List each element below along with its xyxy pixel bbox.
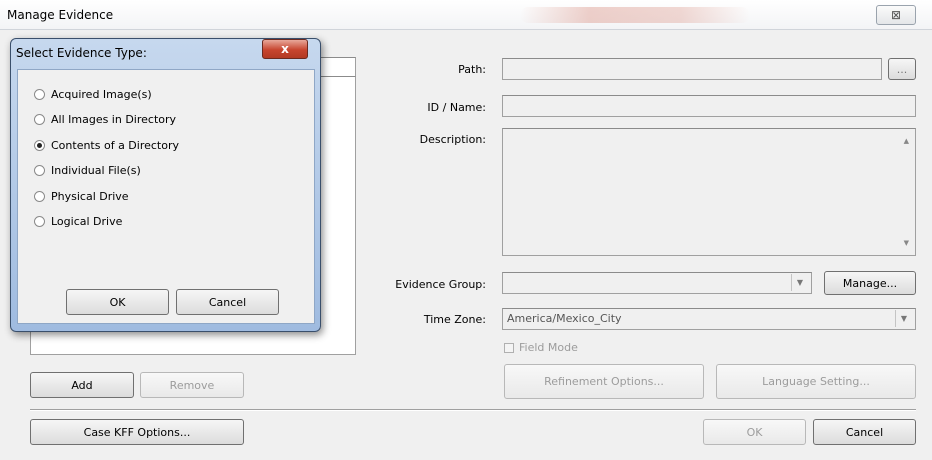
dialog-ok-label: OK xyxy=(109,295,126,309)
evidence-type-option[interactable]: Contents of a Directory xyxy=(34,137,179,153)
description-field[interactable]: ▲ ▼ xyxy=(502,128,916,256)
case-kff-options-label: Case KFF Options... xyxy=(83,425,191,439)
time-zone-label: Time Zone: xyxy=(423,313,486,326)
evidence-type-option-label: Acquired Image(s) xyxy=(51,87,152,101)
refinement-options-button[interactable]: Refinement Options... xyxy=(504,364,704,399)
dialog-body: Acquired Image(s) All Images in Directory… xyxy=(17,69,315,324)
dialog-title: Select Evidence Type: xyxy=(16,46,147,60)
time-zone-value: America/Mexico_City xyxy=(507,312,622,325)
remove-button-label: Remove xyxy=(169,378,215,392)
dialog-close-button[interactable]: x xyxy=(262,39,308,59)
ok-button-label: OK xyxy=(746,425,763,439)
evidence-group-label: Evidence Group: xyxy=(395,278,486,291)
browse-button[interactable]: ... xyxy=(888,58,916,80)
evidence-type-option-label: All Images in Directory xyxy=(51,113,177,126)
chevron-down-icon: ▼ xyxy=(895,310,912,327)
background-decoration xyxy=(520,7,750,23)
time-zone-dropdown[interactable]: America/Mexico_City ▼ xyxy=(502,308,916,330)
cancel-button-label: Cancel xyxy=(845,425,884,439)
divider xyxy=(30,409,916,411)
evidence-group-dropdown[interactable]: ▼ xyxy=(502,272,812,294)
manage-button[interactable]: Manage... xyxy=(824,271,916,295)
radio-button-icon[interactable] xyxy=(34,165,45,176)
evidence-type-option-label: Contents of a Directory xyxy=(51,138,180,152)
evidence-type-option-label: Individual File(s) xyxy=(51,164,141,177)
scroll-up-icon[interactable]: ▲ xyxy=(904,137,909,145)
radio-button-icon[interactable] xyxy=(34,114,45,125)
dialog-ok-button[interactable]: OK xyxy=(66,289,169,315)
evidence-type-option[interactable]: Logical Drive xyxy=(34,214,179,230)
evidence-type-option[interactable]: All Images in Directory xyxy=(34,112,179,128)
manage-button-label: Manage... xyxy=(842,276,898,290)
evidence-type-option[interactable]: Physical Drive xyxy=(34,188,179,204)
cancel-button[interactable]: Cancel xyxy=(813,419,916,445)
radio-dot-icon xyxy=(37,142,42,148)
add-button-label: Add xyxy=(71,378,93,392)
dialog-cancel-label: Cancel xyxy=(208,295,247,309)
evidence-type-option[interactable]: Individual File(s) xyxy=(34,163,179,179)
evidence-type-option-label: Logical Drive xyxy=(51,215,123,228)
field-mode-label: Field Mode xyxy=(519,341,578,354)
window-close-button[interactable]: ⊠ xyxy=(876,5,916,25)
description-label: Description: xyxy=(419,133,486,146)
id-name-field[interactable] xyxy=(502,95,916,117)
chevron-down-icon: ▼ xyxy=(791,274,808,291)
case-kff-options-button[interactable]: Case KFF Options... xyxy=(30,419,244,445)
radio-button-icon[interactable] xyxy=(34,88,45,100)
radio-button-icon[interactable] xyxy=(34,216,45,227)
radio-button-icon[interactable] xyxy=(34,190,45,202)
window-title: Manage Evidence xyxy=(7,8,114,22)
field-mode-checkbox[interactable]: Field Mode xyxy=(504,341,578,354)
language-setting-button[interactable]: Language Setting... xyxy=(716,364,916,399)
radio-button-icon[interactable] xyxy=(34,139,45,151)
refinement-options-label: Refinement Options... xyxy=(544,375,664,388)
checkbox-icon xyxy=(504,342,514,353)
remove-button[interactable]: Remove xyxy=(140,372,244,398)
close-icon: ⊠ xyxy=(890,8,902,22)
add-button[interactable]: Add xyxy=(30,372,134,398)
evidence-type-option[interactable]: Acquired Image(s) xyxy=(34,86,179,102)
scroll-down-icon[interactable]: ▼ xyxy=(904,239,909,247)
dialog-cancel-button[interactable]: Cancel xyxy=(176,289,279,315)
close-icon: x xyxy=(281,42,289,56)
browse-label: ... xyxy=(896,62,908,76)
path-field[interactable] xyxy=(502,58,882,80)
language-setting-label: Language Setting... xyxy=(762,375,870,388)
title-bar xyxy=(0,0,932,30)
ok-button[interactable]: OK xyxy=(703,419,806,445)
evidence-type-option-label: Physical Drive xyxy=(51,189,129,203)
id-name-label: ID / Name: xyxy=(427,101,486,114)
path-label: Path: xyxy=(458,63,486,76)
